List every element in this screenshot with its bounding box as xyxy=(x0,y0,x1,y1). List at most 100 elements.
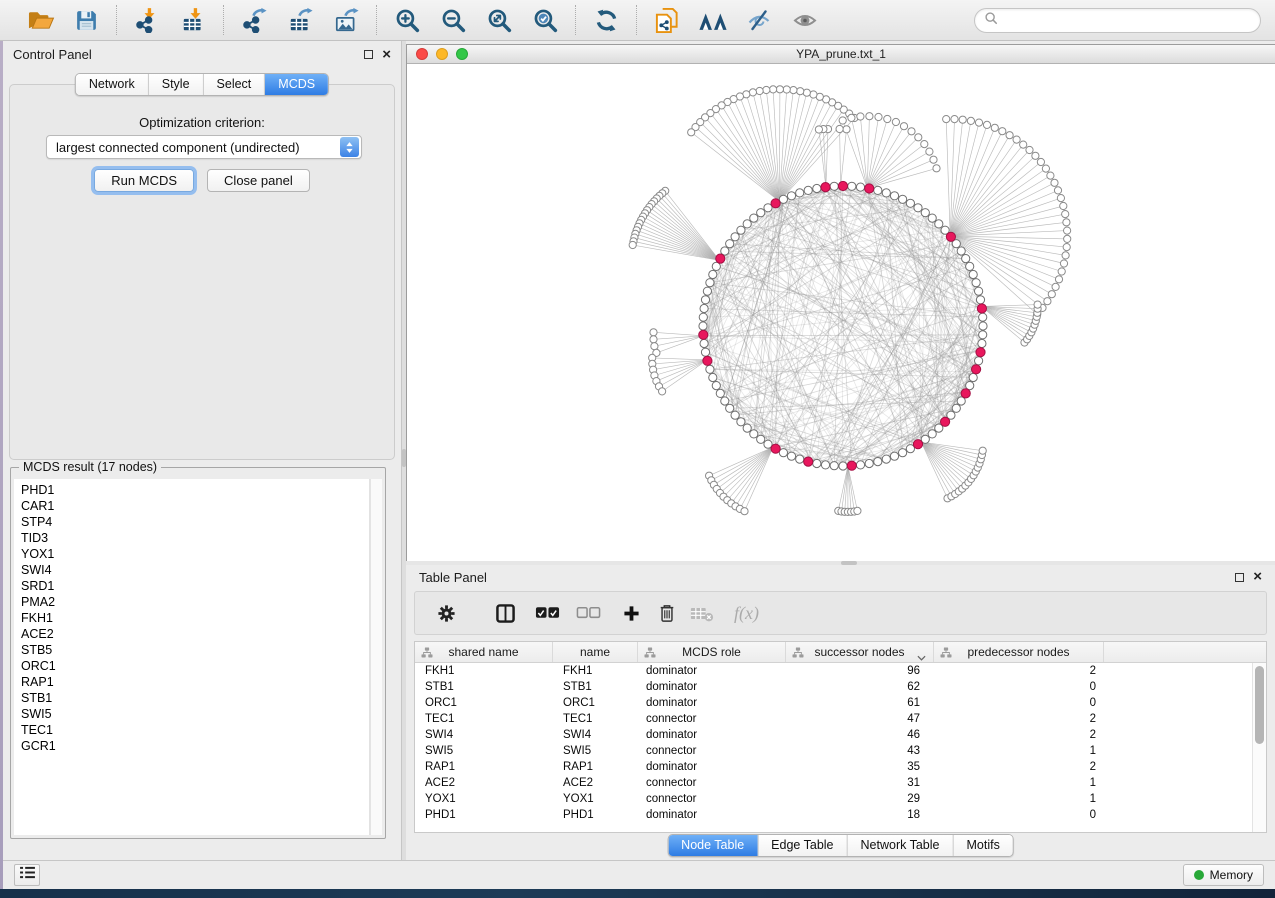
table-scrollbar[interactable] xyxy=(1252,663,1266,832)
table-cell: FKH1 xyxy=(553,663,638,679)
mcds-list-item[interactable]: CAR1 xyxy=(21,498,369,514)
column-header-successor-nodes[interactable]: successor nodes xyxy=(786,642,934,662)
import-network-icon[interactable] xyxy=(132,5,162,35)
table-cell: STB1 xyxy=(415,679,553,695)
hide-graphics-details-icon[interactable] xyxy=(744,5,774,35)
mcds-list-item[interactable]: PHD1 xyxy=(21,482,369,498)
zoom-selected-icon[interactable] xyxy=(530,5,560,35)
tab-style[interactable]: Style xyxy=(148,74,203,95)
tab-network[interactable]: Network xyxy=(76,74,148,95)
memory-status-icon xyxy=(1194,870,1204,880)
delete-column-icon[interactable] xyxy=(658,603,676,623)
table-cell: 0 xyxy=(934,679,1104,695)
table-cell: TEC1 xyxy=(553,711,638,727)
search-box xyxy=(974,8,1261,33)
share-document-icon[interactable] xyxy=(652,5,682,35)
open-session-icon[interactable] xyxy=(25,5,55,35)
close-panel-icon[interactable]: × xyxy=(382,50,391,60)
memory-button[interactable]: Memory xyxy=(1183,864,1264,886)
zoom-fit-icon[interactable] xyxy=(484,5,514,35)
table-cell: TEC1 xyxy=(415,711,553,727)
mcds-list-item[interactable]: YOX1 xyxy=(21,546,369,562)
table-cell: 31 xyxy=(786,775,934,791)
mcds-list-item[interactable]: ORC1 xyxy=(21,658,369,674)
tab-select[interactable]: Select xyxy=(203,74,265,95)
refresh-icon[interactable] xyxy=(591,5,621,35)
mcds-list-item[interactable]: RAP1 xyxy=(21,674,369,690)
export-table-icon[interactable] xyxy=(285,5,315,35)
table-cell: 1 xyxy=(934,743,1104,759)
tab-network-table[interactable]: Network Table xyxy=(847,835,953,856)
tab-node-table[interactable]: Node Table xyxy=(668,835,757,856)
mcds-list-item[interactable]: TID3 xyxy=(21,530,369,546)
close-mcds-panel-button[interactable]: Close panel xyxy=(207,169,310,192)
table-row[interactable]: ACE2ACE2connector311 xyxy=(415,775,1252,791)
select-all-icon[interactable] xyxy=(535,606,560,620)
save-session-icon[interactable] xyxy=(71,5,101,35)
table-cell: 0 xyxy=(934,695,1104,711)
table-row[interactable]: STB1STB1dominator620 xyxy=(415,679,1252,695)
table-cell: 62 xyxy=(786,679,934,695)
scrollbar-thumb[interactable] xyxy=(1255,666,1264,744)
close-table-panel-icon[interactable]: × xyxy=(1253,572,1262,582)
column-header-predecessor-nodes[interactable]: predecessor nodes xyxy=(934,642,1104,662)
table-row[interactable]: SWI4SWI4dominator462 xyxy=(415,727,1252,743)
mcds-list-item[interactable]: PMA2 xyxy=(21,594,369,610)
memory-label: Memory xyxy=(1210,868,1253,882)
add-column-icon[interactable] xyxy=(623,605,640,622)
mcds-list-item[interactable]: FKH1 xyxy=(21,610,369,626)
table-row[interactable]: ORC1ORC1dominator610 xyxy=(415,695,1252,711)
desktop-background-left xyxy=(0,41,3,889)
zoom-in-icon[interactable] xyxy=(392,5,422,35)
mcds-list-item[interactable]: STB5 xyxy=(21,642,369,658)
import-table-icon[interactable] xyxy=(178,5,208,35)
mcds-list-item[interactable]: SWI5 xyxy=(21,706,369,722)
table-row[interactable]: SWI5SWI5connector431 xyxy=(415,743,1252,759)
search-input[interactable] xyxy=(1004,13,1251,27)
mcds-result-list[interactable]: PHD1CAR1STP4TID3YOX1SWI4SRD1PMA2FKH1ACE2… xyxy=(14,479,370,835)
column-header-shared-name[interactable]: shared name xyxy=(415,642,553,662)
mcds-list-item[interactable]: TEC1 xyxy=(21,722,369,738)
table-cell: 47 xyxy=(786,711,934,727)
mcds-list-item[interactable]: SRD1 xyxy=(21,578,369,594)
mcds-list-item[interactable]: GCR1 xyxy=(21,738,369,754)
export-network-icon[interactable] xyxy=(239,5,269,35)
mcds-list-scrollbar[interactable] xyxy=(370,479,382,835)
table-settings-icon[interactable] xyxy=(437,604,456,623)
zoom-out-icon[interactable] xyxy=(438,5,468,35)
mcds-list-item[interactable]: STB1 xyxy=(21,690,369,706)
table-mode-button[interactable] xyxy=(14,864,40,886)
mcds-tab-panel: Optimization criterion: largest connecte… xyxy=(9,84,395,460)
optimization-select[interactable]: largest connected component (undirected) xyxy=(46,135,362,159)
show-graphics-details-icon[interactable] xyxy=(790,5,820,35)
table-cell: 18 xyxy=(786,807,934,823)
export-image-icon[interactable] xyxy=(331,5,361,35)
run-mcds-button[interactable]: Run MCDS xyxy=(94,169,194,192)
column-header-MCDS-role[interactable]: MCDS role xyxy=(638,642,786,662)
tab-edge-table[interactable]: Edge Table xyxy=(757,835,846,856)
float-table-panel-icon[interactable] xyxy=(1235,573,1244,582)
table-cell: 2 xyxy=(934,727,1104,743)
split-view-icon[interactable] xyxy=(496,604,515,623)
network-canvas[interactable] xyxy=(407,64,1275,564)
deselect-all-icon[interactable] xyxy=(576,606,601,620)
tab-mcds[interactable]: MCDS xyxy=(264,74,328,95)
mcds-list-item[interactable]: ACE2 xyxy=(21,626,369,642)
dropdown-arrows-icon xyxy=(340,137,359,157)
table-row[interactable]: YOX1YOX1connector291 xyxy=(415,791,1252,807)
table-cell: 43 xyxy=(786,743,934,759)
table-row[interactable]: PHD1PHD1dominator180 xyxy=(415,807,1252,823)
column-type-icon xyxy=(792,647,804,661)
sort-descending-icon xyxy=(917,650,926,664)
mcds-list-item[interactable]: SWI4 xyxy=(21,562,369,578)
table-cell: ACE2 xyxy=(415,775,553,791)
network-overview-icon[interactable] xyxy=(698,5,728,35)
column-header-name[interactable]: name xyxy=(553,642,638,662)
mcds-list-item[interactable]: STP4 xyxy=(21,514,369,530)
table-row[interactable]: TEC1TEC1connector472 xyxy=(415,711,1252,727)
tab-motifs[interactable]: Motifs xyxy=(952,835,1012,856)
mcds-buttons-row: Run MCDS Close panel xyxy=(10,169,394,192)
table-row[interactable]: RAP1RAP1dominator352 xyxy=(415,759,1252,775)
table-row[interactable]: FKH1FKH1dominator962 xyxy=(415,663,1252,679)
float-panel-icon[interactable] xyxy=(364,50,373,59)
